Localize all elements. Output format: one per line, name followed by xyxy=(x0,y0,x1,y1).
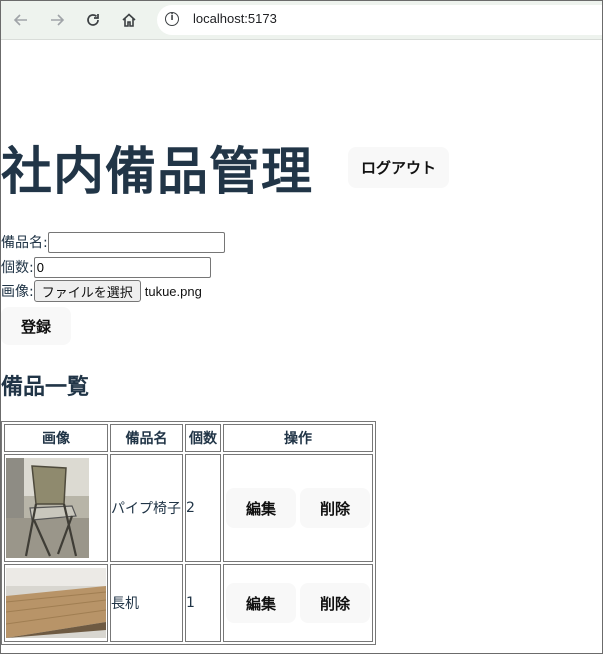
page-title: 社内備品管理 xyxy=(1,143,314,202)
count-row: 個数: xyxy=(1,256,211,278)
edit-button[interactable]: 編集 xyxy=(226,583,296,623)
table-row: 長机 1 編集 削除 xyxy=(4,564,373,642)
url-text: localhost:5173 xyxy=(193,11,277,26)
header-image: 画像 xyxy=(4,424,108,452)
name-input[interactable] xyxy=(47,231,225,253)
delete-button[interactable]: 削除 xyxy=(300,488,370,528)
logout-button[interactable]: ログアウト xyxy=(348,147,449,188)
file-name: tukue.png xyxy=(144,283,202,299)
table-photo-icon xyxy=(6,568,106,638)
register-button[interactable]: 登録 xyxy=(1,307,71,345)
list-title: 備品一覧 xyxy=(1,375,90,400)
item-actions: 編集 削除 xyxy=(223,564,373,642)
forward-arrow-icon[interactable] xyxy=(45,8,69,32)
reload-icon[interactable] xyxy=(81,8,105,32)
item-image-cell xyxy=(4,454,108,562)
item-name: 長机 xyxy=(110,564,183,642)
item-actions: 編集 削除 xyxy=(223,454,373,562)
header-name: 備品名 xyxy=(110,424,183,452)
site-info-icon[interactable]: i xyxy=(165,12,179,26)
image-label: 画像: xyxy=(1,284,34,300)
count-input[interactable] xyxy=(33,256,211,278)
item-count: 2 xyxy=(185,454,221,562)
item-count: 1 xyxy=(185,564,221,642)
item-name: パイプ椅子 xyxy=(110,454,183,562)
items-table: 画像 備品名 個数 操作 パイプ椅子 2 編集 削除 長机 1 編集 削除 xyxy=(1,421,376,645)
name-label: 備品名: xyxy=(1,235,48,251)
table-row: パイプ椅子 2 編集 削除 xyxy=(4,454,373,562)
delete-button[interactable]: 削除 xyxy=(300,583,370,623)
home-icon[interactable] xyxy=(117,8,141,32)
browser-toolbar: i localhost:5173 xyxy=(1,1,602,40)
back-arrow-icon[interactable] xyxy=(9,8,33,32)
chair-photo-icon xyxy=(6,458,89,558)
image-row: 画像: ファイルを選択 tukue.png xyxy=(1,280,202,302)
count-label: 個数: xyxy=(1,260,34,276)
address-bar[interactable]: i localhost:5173 xyxy=(157,5,602,35)
table-header-row: 画像 備品名 個数 操作 xyxy=(4,424,373,452)
edit-button[interactable]: 編集 xyxy=(226,488,296,528)
name-row: 備品名: xyxy=(1,231,225,253)
header-actions: 操作 xyxy=(223,424,373,452)
page-content: 社内備品管理 ログアウト 備品名: 個数: 画像: ファイルを選択 tukue.… xyxy=(1,41,602,653)
file-select-button[interactable]: ファイルを選択 xyxy=(33,280,141,302)
header-count: 個数 xyxy=(185,424,221,452)
item-image-cell xyxy=(4,564,108,642)
